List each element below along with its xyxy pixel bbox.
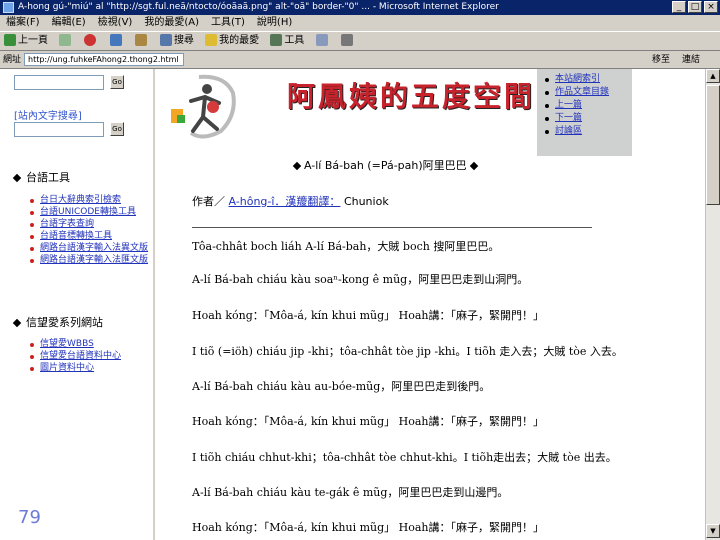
window-title: A-hong gú-"miú" al "http://sgt.ful.neã/n…: [18, 2, 499, 12]
address-input[interactable]: http://ung.fuhkeFAhong2.thong2.html: [24, 53, 184, 66]
scroll-down-icon[interactable]: ▼: [706, 524, 720, 538]
article-title: A-lí Bá-bah (=Pá-pah)阿里巴巴: [290, 157, 481, 173]
diamond-icon: [12, 318, 22, 328]
menu-view[interactable]: 檢視(V): [92, 15, 139, 31]
site-search-go-button[interactable]: Go: [110, 122, 124, 136]
scroll-thumb[interactable]: [706, 85, 720, 205]
back-button[interactable]: 上一頁: [0, 32, 52, 50]
nav-item-forum[interactable]: 討論區: [545, 125, 632, 138]
go-button[interactable]: 移至: [652, 52, 670, 68]
nav-item-works[interactable]: 作品文章目錄: [545, 86, 632, 99]
menu-edit[interactable]: 編輯(E): [46, 15, 92, 31]
print-button[interactable]: [337, 32, 359, 50]
refresh-icon: [109, 34, 122, 46]
left-frame: Go [站內文字搜尋] Go 台語工具 台日大辭典索引檢索 台語UNICODE轉…: [0, 69, 155, 540]
diamond-icon: [12, 173, 22, 183]
menu-bar: 檔案(F) 編輯(E) 檢視(V) 我的最愛(A) 工具(T) 說明(H): [0, 15, 720, 31]
tools-item[interactable]: 網路台語漢字輸入法異文版: [28, 243, 150, 254]
tools-section-title: 台語工具: [12, 169, 70, 185]
author-line: 作者／ A-hông-î．漢羻翻譯： Chuniok: [192, 193, 389, 209]
toolbar: 上一頁 搜尋 我的最愛 工具: [0, 31, 720, 51]
search-input[interactable]: [14, 75, 104, 90]
close-button[interactable]: ×: [704, 1, 718, 13]
star-icon: [205, 34, 218, 46]
nav-item-next[interactable]: 下一篇: [545, 112, 632, 125]
links-item[interactable]: 圖片資料中心: [28, 363, 150, 374]
nav-item-prev[interactable]: 上一篇: [545, 99, 632, 112]
author-link[interactable]: A-hông-î．漢羻翻譯：: [229, 195, 341, 208]
site-title: 阿鳳姨的五度空間: [287, 80, 536, 113]
search-button[interactable]: 搜尋: [156, 32, 198, 50]
tools-button[interactable]: 工具: [266, 32, 308, 50]
menu-tools[interactable]: 工具(T): [205, 15, 251, 31]
search-icon: [159, 34, 172, 46]
maximize-button[interactable]: □: [688, 1, 702, 13]
translator-name: Chuniok: [343, 195, 389, 208]
address-bar: 網址 http://ung.fuhkeFAhong2.thong2.html 移…: [0, 51, 720, 69]
print-icon: [340, 34, 353, 46]
window-title-bar: A-hong gú-"miú" al "http://sgt.ful.neã/n…: [0, 0, 720, 15]
favorites-button[interactable]: 我的最愛: [201, 32, 263, 50]
paragraph: I tiõ (=iöh) chiáu jip -khi；tôa-chhât tò…: [192, 345, 623, 358]
author-label: 作者／: [192, 195, 225, 208]
divider: [192, 227, 592, 228]
site-logo: [171, 74, 236, 139]
home-button[interactable]: [131, 32, 153, 50]
mail-icon: [315, 34, 328, 46]
paragraph: Hoah kóng：「Môa-á, kín khui mũg」 Hoah講：「麻…: [192, 415, 545, 428]
address-label: 網址: [3, 55, 22, 65]
minimize-button[interactable]: _: [672, 1, 686, 13]
paragraph: I tiõh chiáu chhut-khi；tôa-chhât tòe chh…: [192, 451, 617, 464]
links-item[interactable]: 信望愛WBBS: [28, 339, 150, 350]
home-icon: [134, 34, 147, 46]
paragraph: Hoah kóng：「Môa-á, kín khui mũg」 Hoah講：「麻…: [192, 521, 545, 534]
menu-help[interactable]: 說明(H): [251, 15, 298, 31]
paragraph: A-lí Bá-bah chiáu kàu soaⁿ-kong ê mũg，阿里…: [192, 273, 529, 286]
tools-item[interactable]: 台日大辭典索引檢索: [28, 195, 150, 206]
tools-item[interactable]: 台語音標轉換工具: [28, 231, 150, 242]
mail-button[interactable]: [312, 32, 334, 50]
diamond-icon: [469, 161, 478, 171]
links-item[interactable]: 信望愛台語資料中心: [28, 351, 150, 362]
forward-button[interactable]: [55, 32, 77, 50]
links-section-title: 信望愛系列網站: [12, 314, 103, 330]
paragraph: A-lí Bá-bah chiáu kàu te-gák ê mũg，阿里巴巴走…: [192, 486, 509, 499]
site-search-input[interactable]: [14, 122, 104, 137]
paragraph: Hoah kóng：「Môa-á, kín khui mũg」 Hoah講：「麻…: [192, 309, 545, 322]
refresh-button[interactable]: [106, 32, 128, 50]
paragraph: Tôa-chhât boch liáh A-lí Bá-bah，大賊 boch …: [192, 240, 500, 253]
stop-icon: [84, 34, 97, 46]
tools-item[interactable]: 台語字表查詢: [28, 219, 150, 230]
back-arrow-icon: [4, 34, 16, 46]
nav-panel: 本站網索引 作品文章目錄 上一篇 下一篇 討論區: [537, 69, 632, 156]
vertical-scrollbar[interactable]: ▲ ▼: [705, 69, 720, 540]
nav-item-site-index[interactable]: 本站網索引: [545, 73, 632, 86]
diamond-icon: [292, 161, 302, 171]
tools-item[interactable]: 台語UNICODE轉換工具: [28, 207, 150, 218]
tools-icon: [270, 34, 283, 46]
paragraph: A-lí Bá-bah chiáu kàu au-bóe-mũg，阿里巴巴走到後…: [192, 380, 491, 393]
tools-list: 台日大辭典索引檢索 台語UNICODE轉換工具 台語字表查詢 台語音標轉換工具 …: [28, 195, 150, 267]
slide-number: 79: [18, 507, 41, 528]
forward-arrow-icon: [59, 34, 72, 46]
ie-icon: [3, 2, 14, 13]
links-list: 信望愛WBBS 信望愛台語資料中心 圖片資料中心: [28, 339, 150, 375]
links-button[interactable]: 連結: [682, 52, 700, 68]
menu-favorites[interactable]: 我的最愛(A): [138, 15, 205, 31]
scroll-up-icon[interactable]: ▲: [706, 69, 720, 83]
menu-file[interactable]: 檔案(F): [0, 15, 46, 31]
site-search-label: [站內文字搜尋]: [14, 111, 82, 122]
search-go-button[interactable]: Go: [110, 75, 124, 89]
main-frame: 阿鳳姨的五度空間 本站網索引 作品文章目錄 上一篇 下一篇 討論區 A-lí B…: [157, 69, 705, 540]
stop-button[interactable]: [80, 32, 102, 50]
tools-item[interactable]: 網路台語漢字輸入法匯文版: [28, 255, 150, 266]
